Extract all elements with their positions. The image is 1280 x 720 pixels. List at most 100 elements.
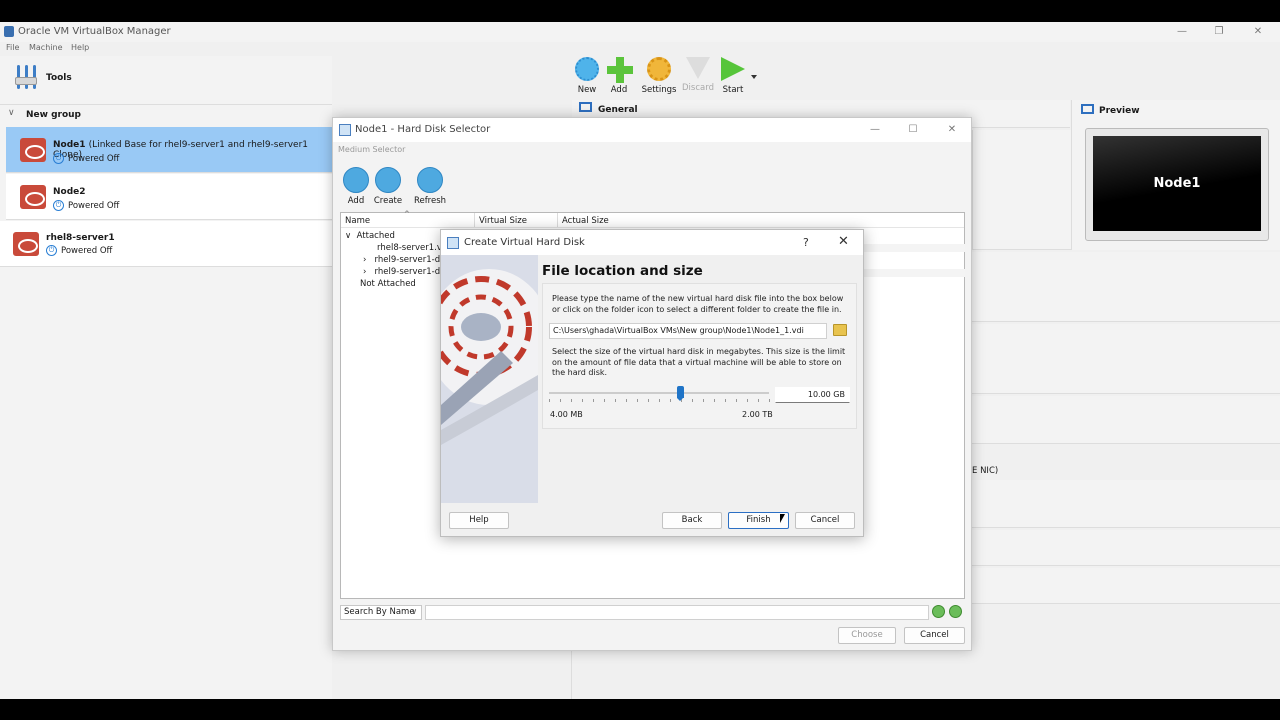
disk-icon	[339, 124, 351, 136]
tools-label[interactable]: Tools	[46, 73, 72, 83]
menu-file[interactable]: File	[6, 43, 19, 52]
cancel-button[interactable]: Cancel	[904, 627, 965, 644]
vm-item-rhel8-server1[interactable]: rhel8-server1 ⏻ Powered Off	[0, 221, 332, 267]
column-name[interactable]: Name	[345, 216, 370, 226]
size-slider-track[interactable]	[549, 392, 769, 394]
refresh-icon	[417, 167, 443, 193]
refresh-button[interactable]: Refresh	[413, 167, 447, 206]
vm-state: ⏻ Powered Off	[46, 245, 112, 256]
help-button[interactable]: Help	[449, 512, 509, 529]
plus-icon	[607, 57, 633, 83]
minimize-button[interactable]: —	[863, 122, 887, 138]
size-slider-handle[interactable]	[677, 386, 684, 401]
menu-bar: File Machine Help	[0, 42, 1280, 56]
column-virtual-size[interactable]: Virtual Size	[479, 216, 527, 226]
window-title: Oracle VM VirtualBox Manager	[18, 26, 171, 37]
add-button[interactable]: Add	[601, 57, 637, 95]
new-button[interactable]: New	[569, 57, 605, 95]
details-section	[972, 568, 1280, 604]
create-medium-button[interactable]: Create	[371, 167, 405, 206]
vm-item-node1[interactable]: Node1 (Linked Base for rhel9-server1 and…	[6, 127, 332, 173]
vm-state: ⏻ Powered Off	[53, 200, 119, 211]
column-actual-size[interactable]: Actual Size	[562, 216, 609, 226]
network-nic-text: E NIC)	[972, 466, 999, 476]
vm-list-panel: Tools ∨ New group Node1 (Linked Base for…	[0, 56, 332, 699]
start-button[interactable]: Start	[715, 57, 751, 95]
tree-item[interactable]: › rhel9-server1-dis	[363, 267, 447, 277]
disk-graphic	[441, 255, 538, 503]
power-icon: ⏻	[53, 200, 64, 211]
title-bar: Oracle VM VirtualBox Manager — ❐ ✕	[0, 22, 1280, 42]
back-button[interactable]: Back	[662, 512, 722, 529]
close-button[interactable]: ✕	[838, 234, 849, 249]
screen: Oracle VM VirtualBox Manager — ❐ ✕ File …	[0, 0, 1280, 720]
size-input[interactable]: 10.00 GB	[775, 387, 850, 403]
size-min-label: 4.00 MB	[550, 410, 583, 419]
gear-icon	[647, 57, 671, 81]
tools-icon[interactable]	[15, 65, 39, 89]
start-dropdown-icon[interactable]	[751, 75, 757, 79]
preview-panel: Preview Node1	[1071, 100, 1280, 250]
tree-item[interactable]: › rhel9-server1-dis	[363, 255, 447, 265]
search-backward-icon[interactable]	[949, 605, 962, 618]
disk-icon	[447, 237, 459, 249]
search-mode-select[interactable]: Search By Name ∨	[340, 605, 422, 620]
size-slider-ticks	[549, 399, 771, 402]
details-section	[972, 530, 1280, 566]
divider	[571, 650, 572, 699]
general-label: General	[598, 105, 638, 115]
group-label: New group	[26, 110, 81, 120]
location-description: Please type the name of the new virtual …	[552, 294, 844, 314]
vm-os-icon	[13, 232, 39, 256]
file-path-input[interactable]: C:\Users\ghada\VirtualBox VMs\New group\…	[549, 323, 827, 339]
cancel-button[interactable]: Cancel	[795, 512, 855, 529]
folder-icon[interactable]	[833, 324, 847, 336]
discard-arrow-icon	[686, 57, 710, 79]
help-question-icon[interactable]: ?	[803, 236, 809, 249]
search-input[interactable]	[425, 605, 929, 620]
close-button[interactable]: ✕	[1246, 24, 1270, 40]
new-gear-icon	[575, 57, 599, 81]
menu-machine[interactable]: Machine	[29, 43, 63, 52]
page-title: File location and size	[542, 263, 703, 279]
add-medium-button[interactable]: Add	[339, 167, 373, 206]
maximize-button[interactable]: ☐	[901, 122, 925, 138]
minimize-button[interactable]: —	[1170, 24, 1194, 40]
chevron-right-icon: ›	[363, 267, 367, 277]
chevron-down-icon: ∨	[8, 108, 15, 118]
vm-item-node2[interactable]: Node2 ⏻ Powered Off	[6, 174, 332, 220]
add-disk-icon	[343, 167, 369, 193]
search-forward-icon[interactable]	[932, 605, 945, 618]
size-max-label: 2.00 TB	[742, 410, 773, 419]
vm-name: rhel8-server1	[46, 233, 115, 243]
details-section	[972, 252, 1280, 322]
close-button[interactable]: ✕	[940, 122, 964, 138]
vm-os-icon	[20, 185, 46, 209]
tree-item[interactable]: rhel8-server1.vdi	[377, 243, 450, 253]
choose-button[interactable]: Choose	[838, 627, 896, 644]
tree-group-not-attached[interactable]: Not Attached	[360, 279, 416, 289]
vm-name: Node2	[53, 187, 86, 197]
preview-monitor-icon	[1081, 104, 1094, 114]
chevron-right-icon: ›	[363, 255, 367, 265]
create-disk-icon	[375, 167, 401, 193]
start-arrow-icon	[721, 57, 745, 81]
row-stripe	[861, 269, 965, 277]
settings-button[interactable]: Settings	[641, 57, 677, 95]
discard-button[interactable]: Discard	[680, 57, 716, 93]
preview-frame: Node1	[1085, 128, 1269, 241]
mouse-cursor-icon	[780, 514, 785, 523]
vm-state: ⏻ Powered Off	[53, 153, 119, 164]
dialog-title-bar: Create Virtual Hard Disk ? ✕	[441, 230, 863, 255]
dialog-title: Node1 - Hard Disk Selector	[355, 124, 491, 135]
chevron-down-icon: ∨	[345, 231, 352, 241]
restore-button[interactable]: ❐	[1207, 24, 1231, 40]
create-virtual-hard-disk-dialog: Create Virtual Hard Disk ? ✕ File locati…	[440, 229, 864, 537]
vm-os-icon	[20, 138, 46, 162]
power-icon: ⏻	[46, 245, 57, 256]
group-header[interactable]: ∨ New group	[0, 104, 332, 124]
menu-help[interactable]: Help	[71, 43, 89, 52]
tree-group-attached[interactable]: ∨ Attached	[345, 231, 395, 241]
section-label: Medium Selector	[338, 145, 406, 154]
virtualbox-logo-icon	[4, 26, 14, 37]
